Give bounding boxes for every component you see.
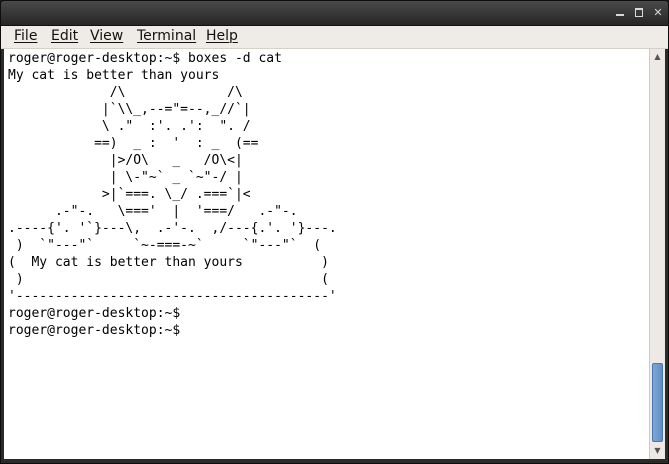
- minimize-button[interactable]: [613, 6, 627, 20]
- menu-file[interactable]: File: [14, 28, 37, 46]
- scroll-down-icon[interactable]: ▼: [652, 445, 663, 456]
- menu-view[interactable]: View: [90, 28, 123, 46]
- terminal-output: roger@roger-desktop:~$ boxes -d cat My c…: [8, 51, 337, 338]
- menu-help[interactable]: Help: [206, 28, 238, 46]
- terminal-window: ✕ File Edit View Terminal Help roger@rog…: [0, 0, 669, 464]
- scroll-thumb[interactable]: [652, 363, 663, 442]
- scroll-track[interactable]: [651, 65, 664, 442]
- terminal-area[interactable]: roger@roger-desktop:~$ boxes -d cat My c…: [4, 49, 649, 459]
- maximize-icon: [635, 8, 643, 17]
- maximize-button[interactable]: [632, 6, 646, 20]
- vertical-scrollbar[interactable]: ▲ ▼: [649, 49, 665, 459]
- close-icon: ✕: [653, 6, 663, 19]
- minimize-icon: [616, 14, 624, 16]
- close-button[interactable]: ✕: [651, 6, 665, 20]
- menu-terminal[interactable]: Terminal: [137, 28, 196, 46]
- menu-bar: File Edit View Terminal Help: [1, 26, 668, 49]
- menu-edit[interactable]: Edit: [51, 28, 78, 46]
- title-bar[interactable]: ✕: [1, 1, 668, 26]
- scroll-up-icon[interactable]: ▲: [652, 51, 663, 62]
